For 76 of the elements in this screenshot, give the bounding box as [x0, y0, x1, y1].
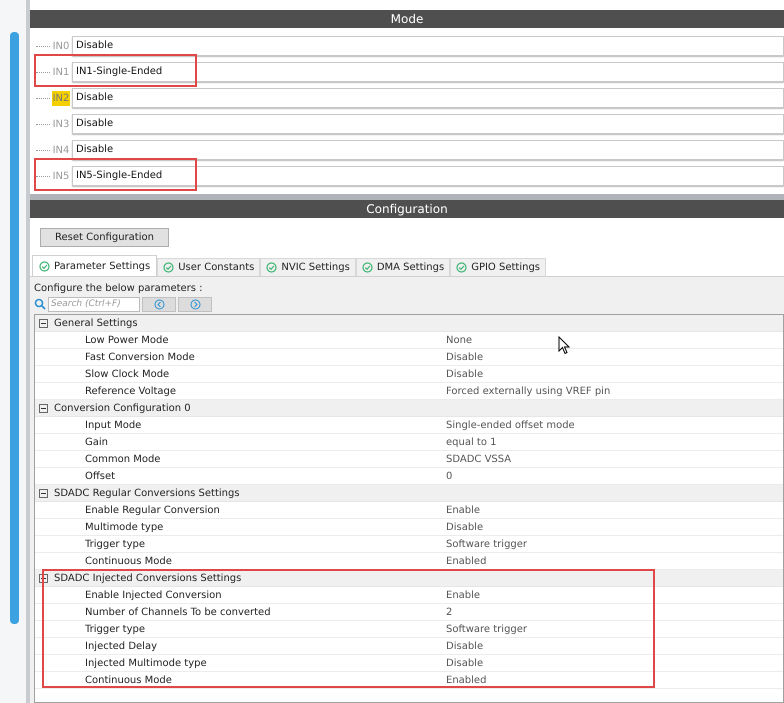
settings-tab[interactable]: GPIO Settings	[450, 258, 546, 276]
scroll-bar[interactable]	[10, 32, 19, 624]
settings-tab[interactable]: User Constants	[157, 258, 260, 276]
pin-label: IN5	[52, 170, 70, 184]
parameter-name: Gain	[84, 436, 109, 450]
parameter-name: Number of Channels To be converted	[84, 606, 272, 620]
parameter-value[interactable]: Disable	[446, 520, 484, 534]
previous-button[interactable]	[142, 296, 176, 312]
parameter-value[interactable]: Single-ended offset mode	[446, 418, 575, 432]
parameter-value[interactable]: Software trigger	[446, 622, 528, 636]
section-header: Mode	[30, 10, 784, 28]
pin-label: IN1	[52, 66, 70, 80]
group-title: Conversion Configuration 0	[54, 402, 191, 416]
parameter-value[interactable]: Disable	[446, 638, 484, 654]
check-circle-icon	[39, 260, 50, 272]
check-circle-icon	[266, 262, 278, 273]
settings-tab[interactable]: DMA Settings	[356, 258, 450, 276]
parameter-value[interactable]: 2	[446, 604, 452, 620]
section-header: Configuration	[30, 200, 784, 218]
parameter-value[interactable]: Enabled	[446, 672, 486, 688]
check-circle-icon	[163, 262, 174, 273]
group-title: SDADC Injected Conversions Settings	[54, 572, 242, 586]
mode-dropdown[interactable]: Disable	[72, 114, 784, 134]
mode-dropdown[interactable]: IN1-Single-Ended	[72, 62, 784, 82]
mouse-cursor-icon	[558, 336, 570, 355]
parameter-value[interactable]: Enabled	[446, 554, 486, 568]
parameter-name: Trigger type	[84, 622, 146, 636]
collapse-icon[interactable]	[39, 574, 48, 582]
hint-text: Configure the below parameters :	[30, 277, 784, 294]
parameter-value[interactable]: 0	[446, 468, 452, 484]
parameter-value[interactable]: Software trigger	[446, 536, 528, 552]
pin-label: IN3	[52, 118, 70, 132]
group-title: General Settings	[54, 316, 138, 330]
parameter-name: Injected Delay	[84, 640, 158, 654]
mode-dropdown[interactable]: IN5-Single-Ended	[72, 166, 784, 186]
settings-tab[interactable]: NVIC Settings	[260, 258, 356, 276]
next-button[interactable]	[178, 296, 212, 312]
pin-label: IN0	[52, 40, 70, 54]
pin-label: IN4	[52, 144, 70, 158]
check-circle-icon	[456, 262, 468, 273]
parameter-name: Continuous Mode	[84, 554, 173, 568]
parameter-name: Common Mode	[84, 452, 162, 466]
parameter-name: Slow Clock Mode	[84, 368, 170, 382]
collapse-icon[interactable]	[39, 318, 48, 328]
collapse-icon[interactable]	[39, 404, 48, 412]
mode-dropdown[interactable]: Disable	[72, 36, 784, 56]
parameter-name: Reference Voltage	[84, 384, 178, 398]
mode-dropdown[interactable]: Disable	[72, 88, 784, 108]
parameter-value[interactable]: Disable	[446, 366, 484, 382]
parameter-name: Offset	[84, 470, 116, 484]
parameter-value[interactable]: Enable	[446, 588, 480, 602]
parameter-value[interactable]: None	[446, 332, 472, 348]
check-circle-icon	[362, 262, 373, 273]
parameter-name: Trigger type	[84, 538, 146, 552]
parameter-value[interactable]: equal to 1	[446, 434, 497, 450]
parameter-value[interactable]: Forced externally using VREF pin	[446, 384, 610, 398]
reset-button[interactable]: Reset Configuration	[40, 228, 169, 247]
parameter-name: Enable Injected Conversion	[84, 588, 223, 602]
parameter-name: Enable Regular Conversion	[84, 504, 221, 518]
parameter-name: Continuous Mode	[84, 674, 173, 688]
parameter-value[interactable]: Disable	[446, 350, 484, 364]
pin-label: IN2	[52, 90, 70, 106]
parameter-name: Multimode type	[84, 520, 164, 534]
parameter-name: Fast Conversion Mode	[84, 350, 196, 364]
parameter-value[interactable]: Disable	[446, 656, 484, 670]
mode-dropdown[interactable]: Disable	[72, 140, 784, 160]
settings-tab[interactable]: Parameter Settings	[32, 255, 158, 276]
search-field[interactable]: Search (Ctrl+F)	[48, 296, 140, 312]
parameter-value[interactable]: Enable	[446, 502, 480, 518]
search-icon	[34, 298, 46, 310]
parameter-name: Injected Multimode type	[84, 656, 208, 670]
group-title: SDADC Regular Conversions Settings	[54, 486, 240, 500]
collapse-icon[interactable]	[39, 488, 48, 498]
parameter-name: Low Power Mode	[84, 334, 170, 348]
parameter-name: Input Mode	[84, 418, 142, 432]
parameter-value[interactable]: SDADC VSSA	[446, 452, 512, 466]
